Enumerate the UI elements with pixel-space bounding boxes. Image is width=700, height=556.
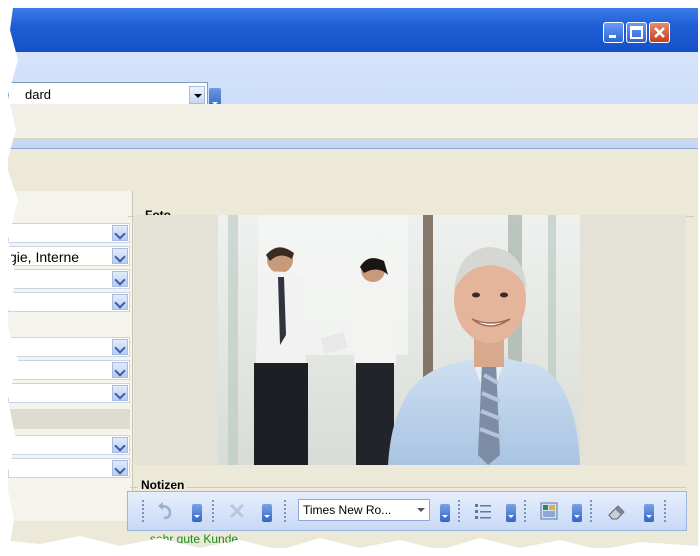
font-dropdown-button[interactable] [440,504,450,522]
toolbar-grip[interactable] [664,500,669,522]
chevron-down-icon[interactable] [112,437,128,453]
field-combo[interactable] [8,292,130,312]
chevron-down-icon[interactable] [112,460,128,476]
field-combo[interactable] [8,337,130,357]
table-icon[interactable] [538,500,560,522]
toolbar-grip[interactable] [284,500,289,522]
employee-photo[interactable] [218,215,580,465]
maximize-button[interactable] [626,22,647,43]
field-combo[interactable] [8,458,130,478]
chevron-down-icon[interactable] [112,248,128,264]
toolbar-grip[interactable] [458,500,463,522]
toolbar-grip[interactable] [590,500,595,522]
field-combo[interactable] [8,383,130,403]
chevron-down-icon[interactable] [112,271,128,287]
field-value: gie, Interne [9,249,80,265]
maximize-icon [630,26,643,39]
close-button[interactable] [649,22,670,43]
chevron-down-icon[interactable] [189,86,205,104]
eraser-dropdown-button[interactable] [644,504,654,522]
delete-dropdown-button[interactable] [262,504,272,522]
font-name-combo[interactable]: Times New Ro... [298,499,430,521]
toolbar-band [8,104,698,139]
notizen-group-border [130,487,686,488]
chevron-down-icon[interactable] [112,294,128,310]
chevron-down-icon[interactable] [112,339,128,355]
close-icon [654,27,665,38]
section-separator [8,409,130,429]
eraser-icon[interactable] [606,500,628,522]
chevron-down-icon[interactable] [112,385,128,401]
toolbar-grip[interactable] [524,500,529,522]
notizen-group-title: Notizen [138,478,188,492]
field-combo[interactable] [8,223,130,243]
list-icon[interactable] [472,500,494,522]
chevron-down-icon[interactable] [417,508,425,512]
field-combo[interactable] [8,269,130,289]
notes-text[interactable]: sehr gute Kunde [150,532,238,546]
chevron-down-icon[interactable] [112,225,128,241]
fields-panel: gie, Interne [8,191,133,521]
undo-dropdown-button[interactable] [192,504,202,522]
field-combo[interactable] [8,435,130,455]
toolbar-grip[interactable] [142,500,147,522]
field-combo[interactable] [8,360,130,380]
title-bar[interactable] [8,8,698,52]
minimize-button[interactable] [603,22,624,43]
notes-toolbar: Times New Ro... [127,491,687,531]
list-dropdown-button[interactable] [506,504,516,522]
chevron-down-icon[interactable] [112,362,128,378]
delete-icon[interactable] [226,500,248,522]
minimize-icon [609,35,616,38]
field-combo[interactable]: gie, Interne [8,246,130,266]
style-combo-value: dard [25,87,52,102]
toolbar-grip[interactable] [212,500,217,522]
table-dropdown-button[interactable] [572,504,582,522]
font-name-value: Times New Ro... [303,503,392,517]
undo-icon[interactable] [154,500,176,522]
